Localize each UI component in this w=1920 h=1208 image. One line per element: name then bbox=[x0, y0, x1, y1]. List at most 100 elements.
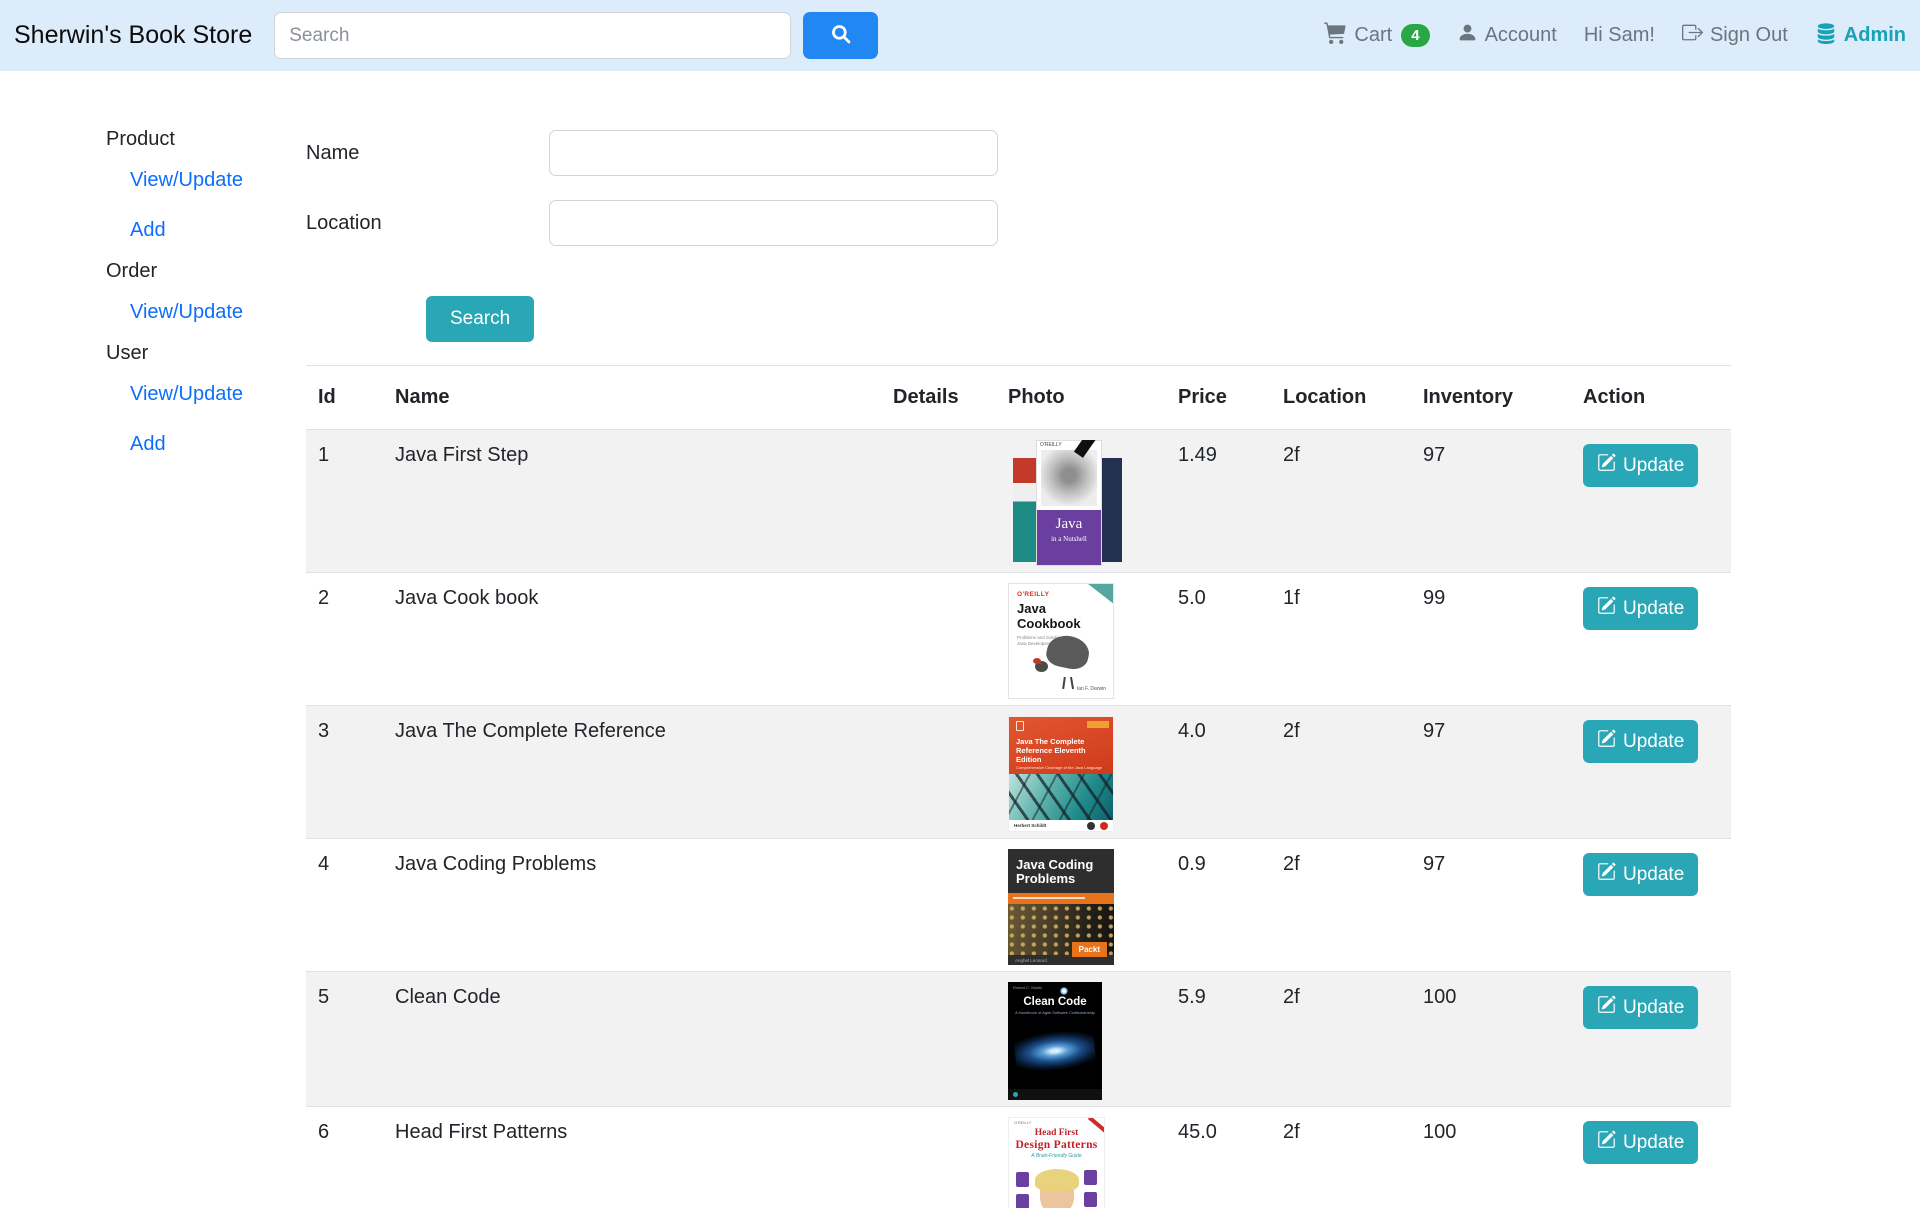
product-location: 2f bbox=[1271, 706, 1411, 839]
book-cover-photo: Java The Complete Reference Eleventh Edi… bbox=[1008, 716, 1114, 832]
product-inventory: 97 bbox=[1411, 430, 1571, 573]
main-panel: Name Location Search Id Name bbox=[300, 71, 1920, 1208]
search-icon bbox=[830, 23, 852, 48]
product-price: 5.9 bbox=[1166, 972, 1271, 1107]
sidebar-item-product-add[interactable]: Add bbox=[130, 219, 300, 242]
product-name: Clean Code bbox=[383, 972, 881, 1107]
sidebar-item-user-add[interactable]: Add bbox=[130, 433, 300, 456]
navbar-search-form bbox=[274, 12, 878, 59]
col-header-price: Price bbox=[1166, 366, 1271, 430]
sidebar-item-order-view-update[interactable]: View/Update bbox=[130, 301, 300, 324]
cover-footer: Herbert Schildt bbox=[1009, 820, 1113, 832]
navbar-search-input[interactable] bbox=[274, 12, 791, 59]
products-table: Id Name Details Photo Price Location Inv… bbox=[306, 365, 1731, 1208]
col-header-id: Id bbox=[306, 366, 383, 430]
product-details bbox=[881, 972, 996, 1107]
product-location: 2f bbox=[1271, 972, 1411, 1107]
product-details bbox=[881, 1107, 996, 1208]
update-button[interactable]: Update bbox=[1583, 1121, 1698, 1164]
cover-footer bbox=[1008, 1089, 1102, 1100]
sign-out-icon bbox=[1682, 22, 1703, 49]
book-cover-photo: O'REILLYJavain a Nutshell bbox=[1008, 440, 1130, 566]
product-details bbox=[881, 706, 996, 839]
row-id: 1 bbox=[306, 430, 383, 573]
product-table-body: 1Java First StepO'REILLYJavain a Nutshel… bbox=[306, 430, 1731, 1208]
sidebar-section-order: Order bbox=[106, 260, 300, 283]
update-button[interactable]: Update bbox=[1583, 720, 1698, 763]
cover-subtitle: A Handbook of Agile Software Craftsmansh… bbox=[1008, 1011, 1102, 1016]
rooster-illustration bbox=[1033, 636, 1093, 684]
cart-link[interactable]: Cart 4 bbox=[1324, 21, 1429, 50]
update-button[interactable]: Update bbox=[1583, 444, 1698, 487]
product-inventory: 97 bbox=[1411, 839, 1571, 972]
table-row: 2Java Cook book O'REILLYJava CookbookProb… bbox=[306, 573, 1731, 706]
account-label: Account bbox=[1485, 24, 1557, 47]
navbar-search-button[interactable] bbox=[803, 12, 878, 59]
pencil-square-icon bbox=[1597, 596, 1616, 621]
product-inventory: 100 bbox=[1411, 1107, 1571, 1208]
product-details bbox=[881, 430, 996, 573]
update-button[interactable]: Update bbox=[1583, 587, 1698, 630]
sign-out-label: Sign Out bbox=[1710, 24, 1788, 47]
sidebar-section-user: User bbox=[106, 342, 300, 365]
cover-title: Java bbox=[1037, 516, 1101, 533]
sidebar: Product View/Update Add Order View/Updat… bbox=[0, 71, 300, 456]
sidebar-item-user-view-update[interactable]: View/Update bbox=[130, 383, 300, 406]
cover-author: Ian F. Darwin bbox=[1077, 687, 1106, 693]
glass-architecture-illustration bbox=[1009, 774, 1113, 820]
admin-link[interactable]: Admin bbox=[1815, 22, 1906, 50]
cover-title: Java The Complete Reference Eleventh Edi… bbox=[1016, 737, 1106, 764]
pencil-square-icon bbox=[1597, 862, 1616, 887]
name-field-label: Name bbox=[306, 142, 549, 165]
tiger-illustration bbox=[1041, 450, 1097, 506]
location-field[interactable] bbox=[549, 200, 998, 246]
cover-title-2: Design Patterns bbox=[1009, 1139, 1104, 1152]
cover-subtitle: A Brain-Friendly Guide bbox=[1009, 1154, 1104, 1160]
brand[interactable]: Sherwin's Book Store bbox=[14, 21, 252, 50]
table-row: 5Clean CodeRobert C. MartinClean CodeA H… bbox=[306, 972, 1731, 1107]
sidebar-item-product-view-update[interactable]: View/Update bbox=[130, 169, 300, 192]
product-photo-cell: Java The Complete Reference Eleventh Edi… bbox=[996, 706, 1166, 839]
update-button-label: Update bbox=[1623, 1132, 1684, 1154]
packt-logo: Packt bbox=[1072, 942, 1107, 957]
cover-author: Anghel Leonard bbox=[1015, 958, 1047, 963]
book-cover-photo: O'REILLYJava CookbookProblems and Soluti… bbox=[1008, 583, 1114, 699]
cover-title: Java Coding Problems bbox=[1008, 849, 1114, 886]
hair bbox=[1035, 1169, 1079, 1191]
cover-title: Head First bbox=[1009, 1128, 1104, 1139]
book-cover-photo: Java Coding Problems Packt Anghel Leonard bbox=[1008, 849, 1114, 965]
product-action-cell: Update bbox=[1571, 573, 1731, 706]
row-id: 4 bbox=[306, 839, 383, 972]
cover-title: Clean Code bbox=[1008, 996, 1102, 1009]
name-field[interactable] bbox=[549, 130, 998, 176]
row-id: 2 bbox=[306, 573, 383, 706]
filter-search-button[interactable]: Search bbox=[426, 296, 534, 342]
account-link[interactable]: Account bbox=[1457, 22, 1557, 49]
col-header-photo: Photo bbox=[996, 366, 1166, 430]
sign-out-link[interactable]: Sign Out bbox=[1682, 22, 1788, 49]
product-name: Head First Patterns bbox=[383, 1107, 881, 1208]
update-button[interactable]: Update bbox=[1583, 986, 1698, 1029]
update-button-label: Update bbox=[1623, 997, 1684, 1019]
update-button-label: Update bbox=[1623, 598, 1684, 620]
cover-title-block: Javain a Nutshell bbox=[1037, 510, 1101, 565]
cover-title-block: Java The Complete Reference Eleventh Edi… bbox=[1009, 717, 1113, 774]
product-location: 2f bbox=[1271, 839, 1411, 972]
pencil-square-icon bbox=[1597, 729, 1616, 754]
col-header-details: Details bbox=[881, 366, 996, 430]
col-header-name: Name bbox=[383, 366, 881, 430]
product-price: 1.49 bbox=[1166, 430, 1271, 573]
nebula-illustration bbox=[1012, 1018, 1098, 1084]
cover-subtitle: Comprehensive Coverage of the Java Langu… bbox=[1016, 766, 1106, 771]
page: Sherwin's Book Store Cart 4 bbox=[0, 0, 1920, 1208]
product-location: 2f bbox=[1271, 1107, 1411, 1208]
product-name: Java The Complete Reference bbox=[383, 706, 881, 839]
cover-publisher: O'REILLY bbox=[1014, 1121, 1031, 1126]
orange-strip bbox=[1008, 893, 1114, 904]
product-name: Java Coding Problems bbox=[383, 839, 881, 972]
update-button[interactable]: Update bbox=[1583, 853, 1698, 896]
product-name: Java Cook book bbox=[383, 573, 881, 706]
product-action-cell: Update bbox=[1571, 839, 1731, 972]
col-header-location: Location bbox=[1271, 366, 1411, 430]
table-row: 4Java Coding ProblemsJava Coding Problem… bbox=[306, 839, 1731, 972]
